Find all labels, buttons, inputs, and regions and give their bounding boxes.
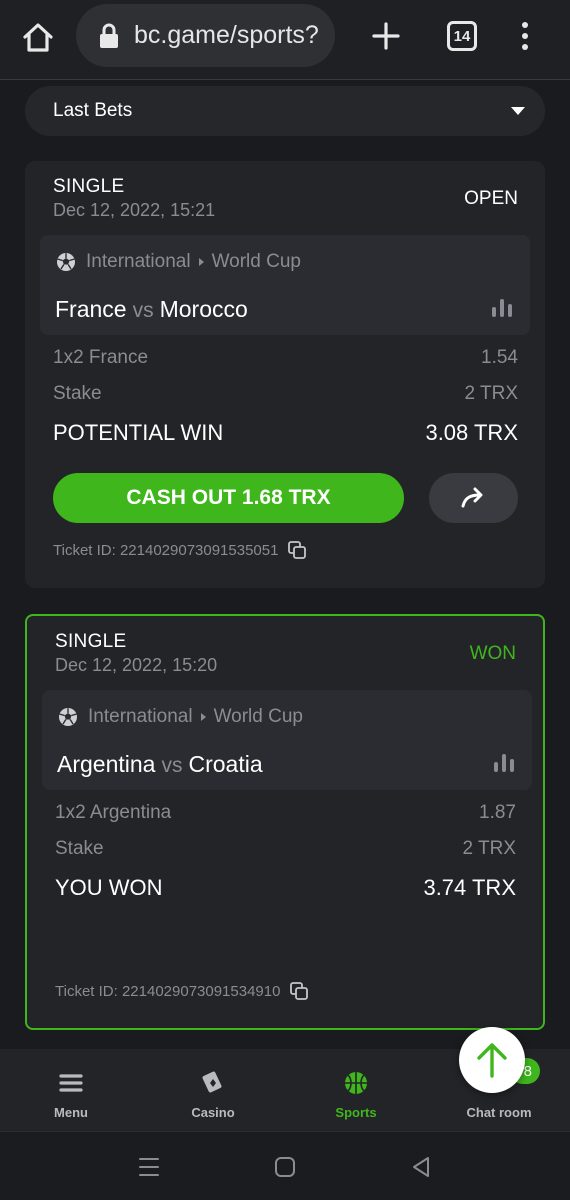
soccer-ball-icon (59, 708, 77, 726)
potential-win-row: POTENTIAL WIN 3.08 TRX (53, 420, 518, 446)
ticket-id: Ticket ID: 2214029073091534910 (55, 982, 281, 1000)
hamburger-icon (57, 1069, 85, 1097)
stake-label: Stake (55, 838, 104, 859)
arrow-up-icon (477, 1043, 507, 1078)
scroll-to-top-button[interactable] (459, 1027, 525, 1093)
chevron-right-icon (200, 713, 206, 721)
league-name: International (86, 251, 191, 272)
home-circle-icon[interactable] (272, 1154, 298, 1180)
potential-win-value: 3.08 TRX (425, 420, 518, 445)
market-row: 1x2 France 1.54 (53, 347, 518, 369)
match-info[interactable]: International World Cup Argentina vs Croat… (42, 690, 532, 790)
vs-label: vs (132, 299, 154, 322)
nav-menu-label: Menu (54, 1105, 88, 1120)
casino-cards-icon (199, 1069, 227, 1097)
stake-value: 2 TRX (462, 838, 516, 859)
last-bets-dropdown[interactable]: Last Bets (25, 86, 545, 136)
nav-casino-label: Casino (191, 1105, 235, 1120)
url-text: bc.game/sports? (134, 21, 319, 49)
bet-status: WON (469, 643, 516, 664)
bet-card: SINGLE Dec 12, 2022, 15:21 OPEN Internat… (25, 161, 545, 588)
lock-icon (100, 23, 118, 48)
stats-icon[interactable] (494, 754, 514, 772)
competition-name: World Cup (213, 706, 303, 727)
home-team: France (55, 296, 127, 322)
won-label: YOU WON (55, 875, 163, 900)
bet-type: SINGLE (53, 176, 125, 197)
odds-value: 1.87 (479, 802, 516, 823)
nav-sports[interactable]: Sports (285, 1049, 427, 1131)
match-info[interactable]: International World Cup France vs Morocco (40, 235, 530, 335)
won-value: 3.74 TRX (423, 875, 516, 900)
teams: France vs Morocco (55, 296, 248, 323)
share-arrow-icon (461, 487, 482, 508)
new-tab-icon[interactable] (366, 16, 406, 56)
odds-value: 1.54 (481, 347, 518, 368)
league-name: International (88, 706, 193, 727)
cash-out-button[interactable]: CASH OUT 1.68 TRX (53, 473, 404, 523)
bet-status: OPEN (464, 188, 518, 209)
stake-label: Stake (53, 383, 102, 404)
home-team: Argentina (57, 751, 156, 777)
tab-switcher-button[interactable]: 14 (447, 21, 477, 51)
stats-icon[interactable] (492, 299, 512, 317)
stake-row: Stake 2 TRX (55, 838, 516, 860)
copy-icon[interactable] (290, 982, 309, 1000)
caret-down-icon (511, 107, 525, 115)
copy-icon[interactable] (288, 541, 307, 559)
away-team: Morocco (159, 296, 248, 322)
more-options-icon[interactable] (514, 18, 536, 54)
away-team: Croatia (188, 751, 263, 777)
won-row: YOU WON 3.74 TRX (55, 875, 516, 901)
last-bets-label: Last Bets (53, 100, 133, 121)
address-bar[interactable]: bc.game/sports? (76, 4, 335, 67)
bet-card: SINGLE Dec 12, 2022, 15:20 WON Internati… (25, 614, 545, 1030)
league-row: International World Cup (56, 251, 301, 273)
stake-row: Stake 2 TRX (53, 383, 518, 405)
browser-toolbar: bc.game/sports? 14 (0, 0, 570, 80)
market-label: 1x2 Argentina (55, 802, 172, 823)
basketball-icon (342, 1069, 370, 1097)
stake-value: 2 TRX (464, 383, 518, 404)
bet-type: SINGLE (55, 631, 127, 652)
ticket-id-row: Ticket ID: 2214029073091535051 (53, 541, 307, 559)
home-icon[interactable] (18, 18, 58, 58)
system-navigation-bar (0, 1131, 570, 1200)
market-row: 1x2 Argentina 1.87 (55, 802, 516, 824)
ticket-id: Ticket ID: 2214029073091535051 (53, 541, 279, 559)
nav-chat-label: Chat room (466, 1105, 532, 1120)
market-label: 1x2 France (53, 347, 149, 368)
share-button[interactable] (429, 473, 518, 523)
competition-name: World Cup (211, 251, 301, 272)
chevron-right-icon (198, 258, 204, 266)
potential-win-label: POTENTIAL WIN (53, 420, 224, 445)
bet-date: Dec 12, 2022, 15:20 (55, 655, 218, 675)
bet-date: Dec 12, 2022, 15:21 (53, 200, 216, 220)
ticket-id-row: Ticket ID: 2214029073091534910 (55, 982, 309, 1000)
league-row: International World Cup (58, 706, 303, 728)
teams: Argentina vs Croatia (57, 751, 263, 778)
back-icon[interactable] (408, 1154, 434, 1180)
vs-label: vs (161, 754, 183, 777)
recent-apps-icon[interactable] (136, 1154, 162, 1180)
nav-sports-label: Sports (335, 1105, 377, 1120)
nav-casino[interactable]: Casino (142, 1049, 284, 1131)
nav-menu[interactable]: Menu (0, 1049, 142, 1131)
soccer-ball-icon (57, 253, 75, 271)
